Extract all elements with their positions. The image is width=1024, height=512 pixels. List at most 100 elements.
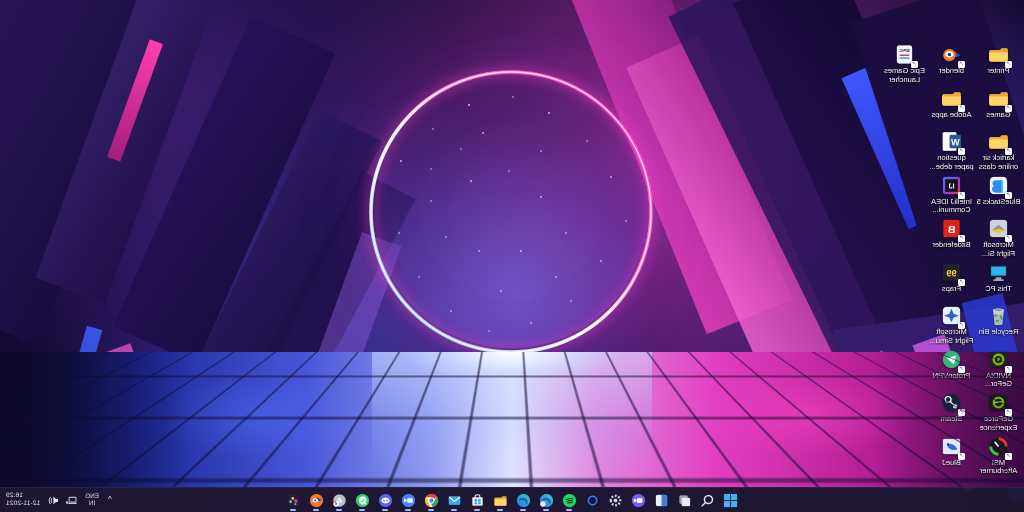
mail-icon (447, 493, 462, 508)
taskbar-blender-button[interactable] (307, 490, 326, 511)
running-indicator (429, 509, 435, 511)
nvidia-icon (987, 348, 1010, 371)
taskbar-discord-button[interactable] (376, 490, 395, 511)
msfs-gray-icon (987, 217, 1010, 240)
pixel-game-icon (286, 493, 301, 508)
desktop-icon-adobe-apps[interactable]: Adobe apps (928, 84, 975, 128)
show-hidden-icons-chevron[interactable]: ^ (106, 494, 114, 506)
desktop-screen: PrinterGameskartick sir online classBlue… (0, 0, 1024, 512)
running-indicator (567, 509, 573, 511)
desktop-icon-label: ProtonVPN (933, 372, 971, 381)
desktop-icon-bluestacks-5[interactable]: BlueStacks 5 (975, 171, 1022, 215)
file-explorer-icon (493, 493, 508, 508)
running-indicator (475, 509, 481, 511)
taskbar[interactable]: ^ ENG IN 16:29 12-11-2021 (0, 487, 1024, 512)
running-indicator (544, 509, 550, 511)
taskbar-start-button[interactable] (721, 490, 740, 511)
taskbar-ring-app-button[interactable] (583, 490, 602, 511)
desktop-icon-recycle-bin[interactable]: Recycle Bin (975, 301, 1022, 345)
desktop-icon-intellij-idea-communi[interactable]: IJIntelliJ IDEA Communi... (928, 171, 975, 215)
taskbar-pinned-icons (284, 488, 740, 512)
taskbar-task-view-button[interactable] (675, 490, 694, 511)
desktop-icon-grid: PrinterGameskartick sir online classBlue… (881, 40, 1022, 475)
running-indicator (498, 509, 504, 511)
desktop-icon-msi-afterburner[interactable]: MSI Afterburner (975, 432, 1022, 476)
bluej-icon (940, 435, 963, 458)
mirrored-ui-layer: PrinterGameskartick sir online classBlue… (0, 0, 1024, 512)
desktop-icon-question-paper-debe[interactable]: Wquestion paper debe... (928, 127, 975, 171)
taskbar-chat-button[interactable] (629, 490, 648, 511)
desktop-icon-label: blender (939, 67, 964, 76)
desktop-icon-microsoft-flight-si[interactable]: Microsoft Flight Si... (975, 214, 1022, 258)
running-indicator (337, 509, 343, 511)
desktop-icon-geforce-experience[interactable]: GeForce Experience (975, 388, 1022, 432)
blender-icon (940, 43, 963, 66)
desktop-icon-fraps[interactable]: 99Fraps (928, 258, 975, 302)
fraps-icon: 99 (940, 261, 963, 284)
desktop-icon-bluej[interactable]: BlueJ (928, 432, 975, 476)
store-icon (470, 493, 485, 508)
running-indicator (314, 509, 320, 511)
taskbar-whatsapp-button[interactable] (353, 490, 372, 511)
taskbar-spotify-button[interactable] (560, 490, 579, 511)
desktop-icon-steam[interactable]: Steam (928, 388, 975, 432)
desktop-icon-printer[interactable]: Printer (975, 40, 1022, 84)
running-indicator (360, 509, 366, 511)
taskbar-widgets-button[interactable] (652, 490, 671, 511)
taskbar-mail-button[interactable] (445, 490, 464, 511)
system-tray: ^ ENG IN 16:29 12-11-2021 (4, 488, 114, 512)
msi-afterburner-icon (987, 435, 1010, 458)
desktop-icon-label: Microsoft Flight Si... (976, 241, 1022, 258)
desktop-icon-microsoft-flight-simu[interactable]: Microsoft Flight Simu... (928, 301, 975, 345)
folder-icon (987, 87, 1010, 110)
chrome-icon (424, 493, 439, 508)
desktop-icon-nvidia-gefor[interactable]: NVIDIA GeFor... (975, 345, 1022, 389)
taskbar-zoom-button[interactable] (399, 490, 418, 511)
running-indicator (521, 509, 527, 511)
desktop-icon-kartick-sir-online-class[interactable]: kartick sir online class (975, 127, 1022, 171)
desktop-icon-label: NVIDIA GeFor... (976, 372, 1022, 389)
widgets-icon (654, 493, 669, 508)
folder-icon (940, 87, 963, 110)
taskbar-edge-profile-button[interactable] (537, 490, 556, 511)
svg-text:IJ: IJ (948, 182, 954, 190)
taskbar-clock[interactable]: 16:29 12-11-2021 (4, 492, 40, 508)
ring-app-icon (585, 493, 600, 508)
desktop-icon-games[interactable]: Games (975, 84, 1022, 128)
desktop-icon-epic-games-launcher[interactable]: EPICEpic Games Launcher (881, 40, 928, 84)
this-pc-icon (987, 261, 1010, 284)
game-launcher-icon (332, 493, 347, 508)
clock-date: 12-11-2021 (6, 500, 40, 508)
desktop-icon-label: Bitdefender (932, 241, 970, 250)
blender-icon (309, 493, 324, 508)
chat-icon (631, 493, 646, 508)
desktop-icon-label: Steam (941, 415, 963, 424)
language-line1: ENG (85, 493, 99, 500)
desktop-icon-bitdefender[interactable]: B Bitdefender (928, 214, 975, 258)
task-view-icon (677, 493, 692, 508)
desktop-icon-protonvpn[interactable]: ProtonVPN (928, 345, 975, 389)
tray-status-icons[interactable] (47, 494, 78, 507)
taskbar-store-button[interactable] (468, 490, 487, 511)
desktop-icon-label: GeForce Experience (976, 415, 1022, 432)
volume-icon[interactable] (47, 494, 60, 507)
taskbar-game-launcher-button[interactable] (330, 490, 349, 511)
geforce-icon (987, 391, 1010, 414)
desktop-icon-label: MSI Afterburner (976, 459, 1022, 476)
running-indicator (452, 509, 458, 511)
taskbar-chrome-button[interactable] (422, 490, 441, 511)
taskbar-settings-button[interactable] (606, 490, 625, 511)
clock-time: 16:29 (6, 492, 23, 500)
spotify-icon (562, 493, 577, 508)
svg-text:B: B (947, 224, 955, 236)
language-indicator[interactable]: ENG IN (85, 493, 99, 507)
taskbar-edge-button[interactable] (514, 490, 533, 511)
epic-icon: EPIC (893, 43, 916, 66)
desktop-icon-this-pc[interactable]: This PC (975, 258, 1022, 302)
taskbar-file-explorer-button[interactable] (491, 490, 510, 511)
taskbar-search-button[interactable] (698, 490, 717, 511)
desktop-icon-blender[interactable]: blender (928, 40, 975, 84)
network-icon[interactable] (65, 494, 78, 507)
taskbar-pixel-game-button[interactable] (284, 490, 303, 511)
edge-icon (516, 493, 531, 508)
